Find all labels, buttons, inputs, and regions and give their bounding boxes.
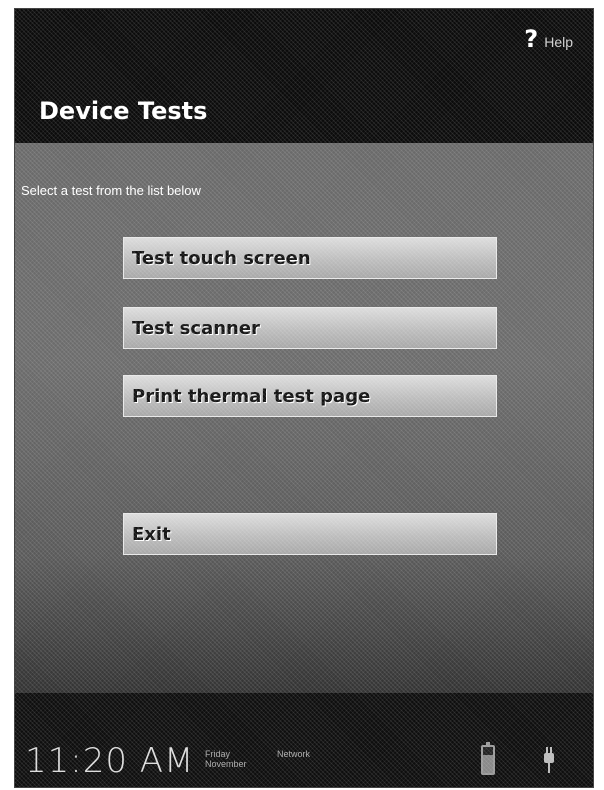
clock: 11:20 AM — [25, 741, 195, 781]
page-title: Device Tests — [39, 97, 208, 125]
help-label: Help — [544, 34, 573, 50]
date-line-2: November — [205, 759, 247, 769]
test-touch-screen-button[interactable]: Test touch screen — [123, 237, 497, 279]
power-plug-icon — [544, 747, 554, 773]
date-line-1: Friday — [205, 749, 231, 759]
print-thermal-test-page-button[interactable]: Print thermal test page — [123, 375, 497, 417]
status-bar: 11:20 AM Friday November Network — [15, 693, 593, 787]
help-link[interactable]: ? Help — [524, 25, 573, 53]
question-mark-icon: ? — [524, 25, 539, 53]
header-bar: ? Help Device Tests — [15, 9, 593, 143]
test-scanner-button[interactable]: Test scanner — [123, 307, 497, 349]
button-label: Test touch screen — [132, 247, 311, 269]
main-content: Select a test from the list below Test t… — [15, 143, 593, 693]
instruction-text: Select a test from the list below — [21, 183, 201, 198]
button-label: Exit — [132, 523, 171, 545]
date-display: Friday November — [205, 749, 247, 769]
kiosk-screen: ? Help Device Tests Select a test from t… — [14, 8, 594, 788]
button-label: Test scanner — [132, 317, 260, 339]
battery-icon — [481, 742, 495, 775]
exit-button[interactable]: Exit — [123, 513, 497, 555]
button-label: Print thermal test page — [132, 385, 371, 407]
network-status: Network — [277, 749, 311, 759]
